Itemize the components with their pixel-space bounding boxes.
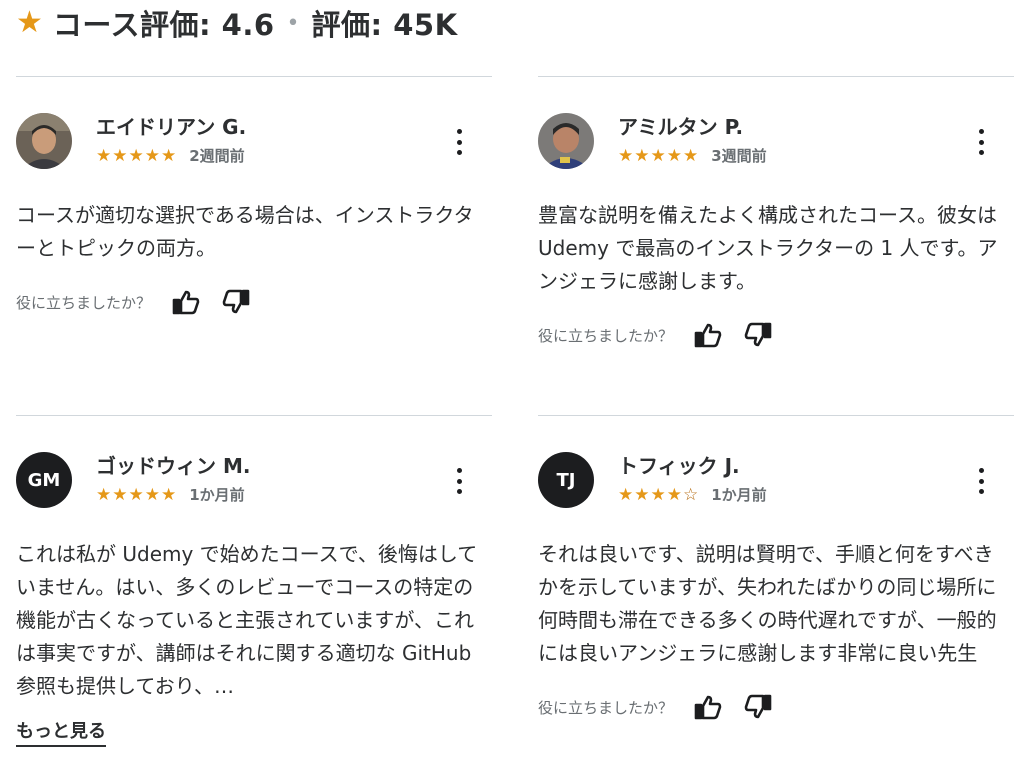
- review-text: 豊富な説明を備えたよく構成されたコース。彼女は Udemy で最高のインストラク…: [538, 203, 998, 293]
- star-icon: ★: [16, 5, 43, 40]
- avatar: TJ: [538, 452, 594, 508]
- more-options-icon[interactable]: [454, 468, 464, 494]
- helpful-row: 役に立ちましたか？: [538, 692, 1014, 722]
- reviewer-name: トフィック J.: [618, 454, 740, 478]
- reviewer-info: GM ゴッドウィン M. ★★★★★ 1か月前: [16, 450, 492, 520]
- reviewer-name: エイドリアン G.: [96, 115, 247, 139]
- rating-row: ★★★★★ 1か月前: [96, 484, 245, 505]
- review-text: それは良いです、説明は賢明で、手順と何をすべきかを示していますが、失われたばかり…: [538, 542, 997, 665]
- helpful-prompt: 役に立ちましたか？: [538, 698, 674, 717]
- rating-row: ★★★★☆ 1か月前: [618, 484, 767, 505]
- review-card: エイドリアン G. ★★★★★ 2週間前 コースが適切な選択である場合は、インス…: [16, 76, 492, 317]
- rating-row: ★★★★★ 3週間前: [618, 145, 767, 166]
- reviewer-info: TJ トフィック J. ★★★★☆ 1か月前: [538, 450, 1014, 520]
- review-text: これは私が Udemy で始めたコースで、後悔はしていません。はい、多くのレビュ…: [16, 542, 478, 698]
- review-card: アミルタン P. ★★★★★ 3週間前 豊富な説明を備えたよく構成されたコース。…: [538, 76, 1014, 350]
- reviewer-info: アミルタン P. ★★★★★ 3週間前: [538, 111, 1014, 181]
- review-text: コースが適切な選択である場合は、インストラクターとトピックの両方。: [16, 203, 474, 260]
- thumbs-up-icon[interactable]: [171, 287, 201, 317]
- helpful-row: 役に立ちましたか？: [538, 320, 1014, 350]
- avatar: [16, 113, 72, 169]
- review-time: 1か月前: [189, 486, 245, 504]
- more-options-icon[interactable]: [976, 468, 986, 494]
- avatar: [538, 113, 594, 169]
- thumbs-down-icon[interactable]: [221, 287, 251, 317]
- star-rating: ★★★★★: [96, 484, 178, 505]
- review-card: TJ トフィック J. ★★★★☆ 1か月前 それは良いです、説明は賢明で、手順…: [538, 415, 1014, 722]
- rating-count-label: 評価: 45K: [311, 8, 458, 42]
- thumbs-up-icon[interactable]: [693, 320, 723, 350]
- divider: [16, 415, 492, 416]
- see-more-link[interactable]: もっと見る: [16, 717, 106, 747]
- thumbs-down-icon[interactable]: [743, 692, 773, 722]
- divider: [16, 76, 492, 77]
- star-rating: ★★★★★: [96, 145, 178, 166]
- thumbs-up-icon[interactable]: [693, 692, 723, 722]
- review-time: 1か月前: [711, 486, 767, 504]
- separator-dot: •: [286, 10, 300, 36]
- reviewer-name: アミルタン P.: [618, 115, 744, 139]
- review-time: 2週間前: [189, 147, 245, 165]
- helpful-prompt: 役に立ちましたか？: [16, 293, 152, 312]
- thumbs-down-icon[interactable]: [743, 320, 773, 350]
- course-rating-header: ★ コース評価: 4.6 • 評価: 45K: [16, 0, 458, 46]
- helpful-prompt: 役に立ちましたか？: [538, 326, 674, 345]
- reviewer-info: エイドリアン G. ★★★★★ 2週間前: [16, 111, 492, 181]
- helpful-row: 役に立ちましたか？: [16, 287, 492, 317]
- avatar: GM: [16, 452, 72, 508]
- star-rating: ★★★★★: [618, 145, 700, 166]
- divider: [538, 415, 1014, 416]
- divider: [538, 76, 1014, 77]
- reviewer-name: ゴッドウィン M.: [96, 454, 251, 478]
- review-time: 3週間前: [711, 147, 767, 165]
- rating-row: ★★★★★ 2週間前: [96, 145, 245, 166]
- course-rating-label: コース評価: 4.6: [52, 8, 275, 42]
- star-rating: ★★★★☆: [618, 484, 700, 505]
- more-options-icon[interactable]: [454, 129, 464, 155]
- more-options-icon[interactable]: [976, 129, 986, 155]
- review-card: GM ゴッドウィン M. ★★★★★ 1か月前 これは私が Udemy で始めた…: [16, 415, 492, 747]
